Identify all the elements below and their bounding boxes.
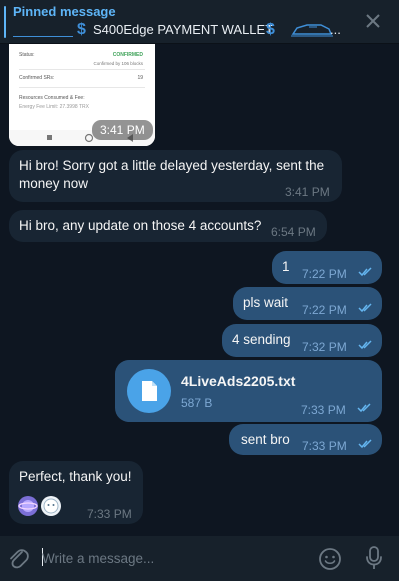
emoji-sticker [41, 496, 61, 516]
screenshot-status-label: Status: [19, 52, 35, 58]
message-outgoing[interactable]: pls wait 7:22 PM [233, 287, 382, 320]
double-check-icon [358, 340, 372, 350]
message-outgoing[interactable]: 1 7:22 PM [272, 251, 382, 284]
message-time: 7:32 PM [302, 340, 347, 354]
screenshot-resources-label: Resources Consumed & Fee: [19, 95, 85, 101]
pinned-decor-line [13, 36, 73, 37]
double-check-icon [358, 303, 372, 313]
face-emoji-icon [43, 498, 59, 514]
dollar-icon: $ [266, 21, 275, 38]
message-outgoing[interactable]: sent bro 7:33 PM [229, 424, 382, 455]
message-input[interactable] [42, 547, 302, 569]
file-download-button[interactable] [127, 369, 171, 413]
message-time: 7:22 PM [302, 303, 347, 317]
message-incoming[interactable]: Hi bro! Sorry got a little delayed yeste… [9, 150, 342, 202]
message-time: 7:33 PM [87, 507, 132, 521]
screenshot-status-value: CONFIRMED [112, 52, 143, 58]
message-incoming[interactable]: Hi bro, any update on those 4 accounts? … [9, 210, 327, 242]
message-composer [0, 536, 399, 581]
screenshot-srs-value: 19 [137, 75, 143, 81]
screenshot-status-sub: Confirmed by 106 blocks [93, 61, 143, 66]
screenshot-divider [19, 69, 145, 70]
message-time: 7:33 PM [302, 439, 347, 453]
message-outgoing[interactable]: 4 sending 7:32 PM [222, 324, 382, 357]
pinned-ellipsis: ... [330, 22, 341, 37]
file-size: 587 B [181, 396, 213, 410]
message-time: 3:41 PM [285, 185, 330, 199]
paperclip-icon[interactable] [7, 546, 29, 570]
message-list[interactable]: Status: CONFIRMED Confirmed by 106 block… [0, 44, 399, 536]
screenshot-divider [19, 87, 145, 88]
smile-icon[interactable] [318, 547, 342, 571]
pinned-accent-bar [4, 6, 6, 38]
screenshot-energy-note: Energy Fee Limit: 27.3998 TRX [19, 104, 89, 110]
pinned-preview-text: S400Edge PAYMENT WALLET [93, 22, 274, 37]
pinned-title: Pinned message [13, 4, 116, 19]
double-check-icon [358, 267, 372, 277]
double-check-icon [357, 403, 371, 413]
screenshot-srs-label: Confirmed SRs: [19, 75, 55, 81]
message-time: 7:22 PM [302, 267, 347, 281]
document-icon [142, 381, 157, 401]
double-check-icon [358, 439, 372, 449]
message-text: Perfect, thank you! [19, 469, 132, 484]
image-timestamp: 3:41 PM [92, 120, 153, 140]
image-message[interactable]: Status: CONFIRMED Confirmed by 106 block… [9, 44, 155, 146]
pinned-preview: $ S400Edge PAYMENT WALLET $ ... [13, 21, 343, 39]
file-name[interactable]: 4LiveAds2205.txt [181, 372, 295, 390]
car-icon [291, 24, 333, 37]
pinned-message-bar[interactable]: Pinned message $ S400Edge PAYMENT WALLET… [0, 0, 399, 44]
emoji-sticker [18, 496, 38, 516]
message-time: 6:54 PM [271, 225, 316, 239]
planet-emoji-icon [18, 500, 38, 512]
dollar-icon: $ [77, 21, 86, 38]
close-icon[interactable] [362, 10, 384, 32]
message-time: 7:33 PM [301, 403, 346, 417]
file-message[interactable]: 4LiveAds2205.txt 587 B 7:33 PM [115, 360, 382, 422]
message-incoming[interactable]: Perfect, thank you! 7:33 PM [9, 461, 143, 524]
microphone-icon[interactable] [364, 545, 384, 571]
